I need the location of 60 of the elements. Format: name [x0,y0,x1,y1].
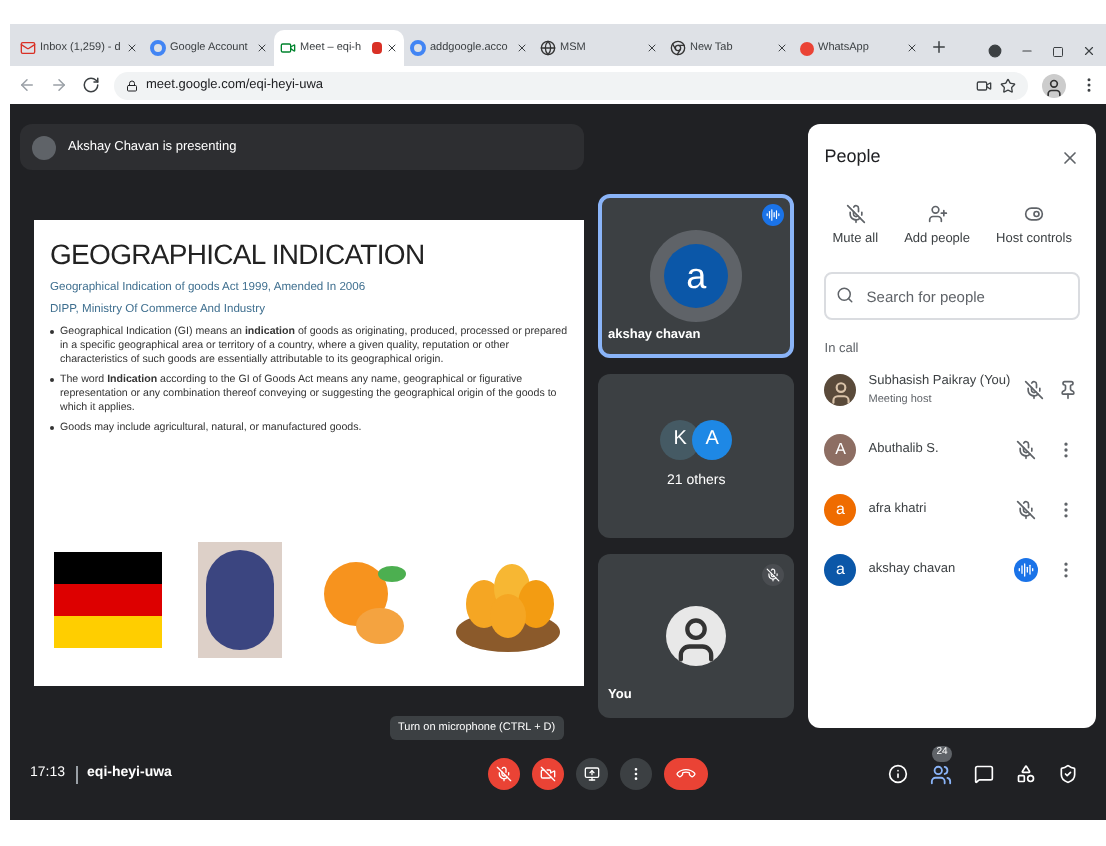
close-icon[interactable] [1082,44,1096,58]
flag-drawing [54,552,162,648]
present-screen-icon [583,766,600,782]
video-icon [280,40,296,56]
star-icon[interactable] [1000,77,1016,93]
close-tab-icon[interactable] [386,42,398,54]
speaking-icon [762,204,785,226]
letter-avatar: A [824,434,857,466]
close-tab-icon[interactable] [906,42,918,54]
chrome-icon [670,40,686,56]
letter-avatar: K [660,419,701,460]
profile-avatar[interactable] [1042,73,1066,97]
g-logo-icon [150,40,166,56]
search-icon [836,286,855,305]
leave-call-button[interactable] [663,758,708,790]
person-avatar [666,606,727,666]
mic-off-icon[interactable] [1016,440,1036,460]
pin-icon[interactable] [1058,380,1079,400]
mic-off-icon[interactable] [1023,380,1044,400]
reload-icon[interactable] [82,76,100,94]
mic-off-icon[interactable] [1016,500,1036,520]
camera-off-icon [539,766,556,782]
camera-icon[interactable] [976,77,992,93]
more-options-button[interactable] [619,758,652,790]
toggle-icon [1024,203,1045,223]
forward-icon[interactable] [50,76,68,94]
camera-button[interactable] [531,758,564,790]
add-person-icon [927,203,948,223]
info-icon[interactable] [888,764,908,784]
letter-avatar: a [824,494,857,526]
record-icon[interactable] [988,44,1002,58]
letter-avatar: a [824,554,857,586]
globe-icon [540,40,556,56]
lock-icon [126,79,138,91]
letter-avatar: a [650,230,743,322]
person-avatar [824,374,857,406]
mic-off-icon [495,766,512,782]
close-tab-icon[interactable] [256,42,268,54]
activities-icon[interactable] [1016,764,1036,784]
g-logo-icon [410,40,426,56]
shield-icon[interactable] [1058,764,1078,784]
new-tab-icon[interactable] [930,38,948,56]
present-button[interactable] [575,758,608,790]
close-tab-icon[interactable] [776,42,788,54]
chat-icon[interactable] [974,764,994,784]
back-icon[interactable] [18,76,36,94]
close-icon[interactable] [1060,147,1080,168]
presenter-avatar [32,135,56,159]
app-logo-icon [800,41,814,55]
close-tab-icon[interactable] [516,42,528,54]
letter-avatar: A [692,419,733,460]
mic-off-icon [845,203,866,223]
logo-picture [197,542,282,658]
close-tab-icon[interactable] [646,42,658,54]
close-tab-icon[interactable] [126,42,138,54]
slide-title: GEOGRAPHICAL INDICATION [50,240,427,268]
mail-icon [20,40,36,56]
microphone-button[interactable] [487,758,520,790]
panel-title: People [824,144,881,170]
maximize-icon[interactable] [1052,45,1064,57]
